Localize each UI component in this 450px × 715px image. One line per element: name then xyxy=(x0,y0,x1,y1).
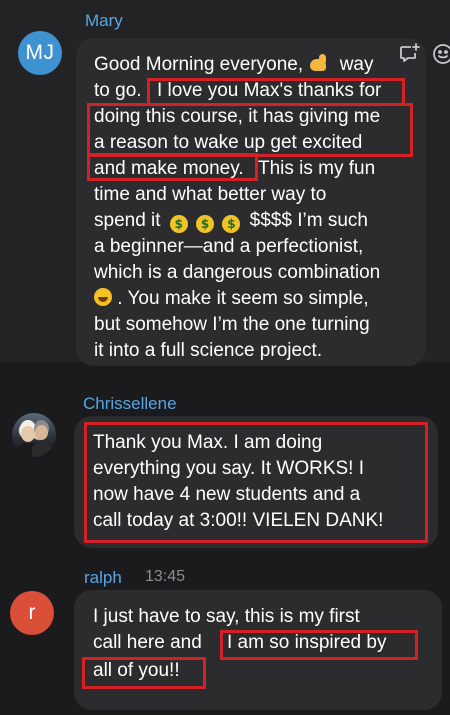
text-span: $$$$ I’m such xyxy=(249,210,368,231)
add-reaction-icon[interactable] xyxy=(431,42,450,66)
message-line: spend it $ $ $ $$$$ I’m such xyxy=(94,208,368,234)
text-span: but somehow I’m the one turning xyxy=(94,314,370,335)
message-group-chrissellene[interactable]: Chrissellene Thank you Max. I am doing e… xyxy=(0,382,450,552)
message-line: it into a full science project. xyxy=(94,338,322,364)
message-line: This is my fun xyxy=(258,156,375,182)
avatar-initials: MJ xyxy=(25,41,55,64)
sender-name-ralph[interactable]: ralph xyxy=(84,568,122,588)
highlight-box xyxy=(220,630,418,660)
message-group-ralph[interactable]: r ralph 13:45 I just have to say, this i… xyxy=(0,556,450,715)
flexed-biceps-emoji xyxy=(308,53,328,73)
highlight-box xyxy=(87,103,413,157)
avatar-face xyxy=(21,426,35,442)
message-line: but somehow I’m the one turning xyxy=(94,312,370,338)
message-line: . You make it seem so simple, xyxy=(94,286,369,312)
message-line: which is a dangerous combination xyxy=(94,260,380,286)
avatar-mary[interactable]: MJ xyxy=(18,31,62,75)
text-span: way xyxy=(339,54,374,75)
message-line: I just have to say, this is my first xyxy=(93,604,360,630)
highlight-box xyxy=(84,422,428,543)
message-timestamp: 13:45 xyxy=(145,568,186,585)
money-mouth-face-emoji: $ xyxy=(169,215,188,233)
text-span: a beginner—and a perfectionist, xyxy=(94,236,364,257)
avatar-figure xyxy=(32,443,52,457)
money-mouth-face-emoji: $ xyxy=(222,215,241,233)
sender-name-mary[interactable]: Mary xyxy=(85,11,123,31)
text-span: . You make it seem so simple, xyxy=(117,288,369,309)
text-span: to go. xyxy=(94,80,142,101)
message-line: call here and xyxy=(93,630,202,656)
text-span: it into a full science project. xyxy=(94,340,323,361)
message-line: a beginner—and a perfectionist, xyxy=(94,234,363,260)
text-span: Good Morning everyone, xyxy=(94,54,304,75)
face-with-tears-of-joy-emoji xyxy=(94,288,112,306)
chat-transcript: MJ Mary Good Morning everyone, way to go… xyxy=(0,0,450,715)
highlight-box xyxy=(82,657,206,689)
text-span: spend it xyxy=(94,210,161,231)
highlight-box xyxy=(87,153,258,181)
text-span: I just have to say, this is my first xyxy=(93,606,360,627)
message-line: to go. xyxy=(94,78,142,104)
highlight-box xyxy=(147,78,405,106)
avatar-ralph[interactable]: r xyxy=(10,591,54,635)
text-span: This is my fun xyxy=(258,158,376,179)
avatar-chrissellene[interactable] xyxy=(12,413,56,457)
add-comment-icon[interactable] xyxy=(397,42,421,66)
avatar-face xyxy=(35,425,48,440)
message-line: time and what better way to xyxy=(94,182,326,208)
text-span: time and what better way to xyxy=(94,184,327,205)
sender-name-chrissellene[interactable]: Chrissellene xyxy=(83,394,177,414)
avatar-initials: r xyxy=(28,601,36,624)
text-span: which is a dangerous combination xyxy=(94,262,381,283)
money-mouth-face-emoji: $ xyxy=(196,215,215,233)
message-line: Good Morning everyone, way xyxy=(94,52,373,78)
text-span: call here and xyxy=(93,632,202,653)
message-group-mary[interactable]: MJ Mary Good Morning everyone, way to go… xyxy=(0,0,450,366)
